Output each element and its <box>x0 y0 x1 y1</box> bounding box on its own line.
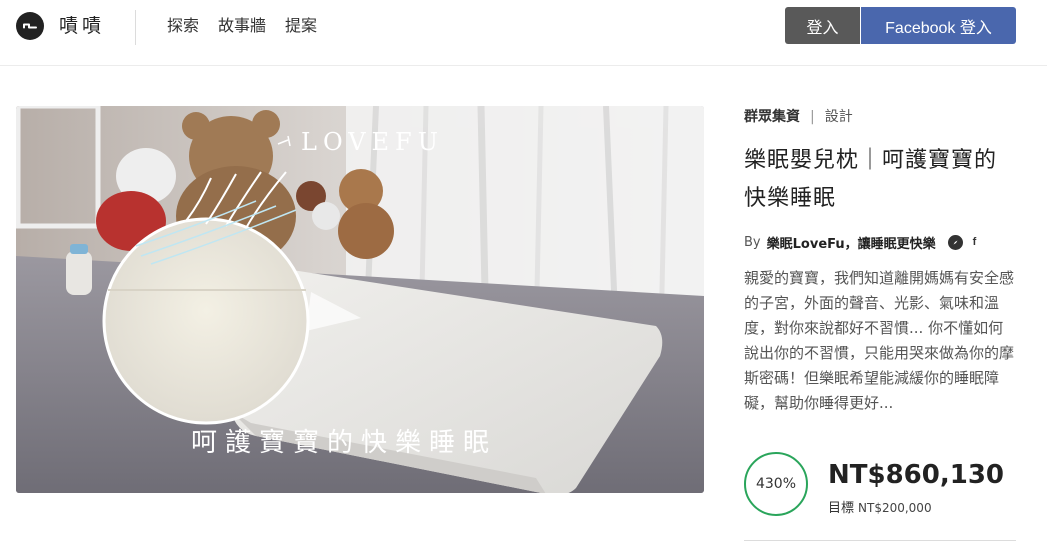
main-nav: 探索 故事牆 提案 <box>167 15 317 37</box>
funded-amount: NT$860,130 <box>828 460 1005 490</box>
nav-item-story-wall[interactable]: 故事牆 <box>218 15 266 37</box>
site-header: 嘖嘖 探索 故事牆 提案 登入 Facebook 登入 <box>0 0 1047 66</box>
subcategory-link[interactable]: 設計 <box>825 109 853 125</box>
funding-goal: 目標 NT$200,000 <box>828 499 932 518</box>
login-button[interactable]: 登入 <box>785 7 860 44</box>
brand-logo-icon[interactable] <box>16 12 44 40</box>
nav-item-explore[interactable]: 探索 <box>167 15 199 37</box>
facebook-icon[interactable]: f <box>973 236 977 248</box>
funding-progress-ring: 430% <box>744 452 808 516</box>
cover-logo-text: LOVEFU <box>301 128 444 156</box>
creator-link[interactable]: 樂眠LoveFu，讓睡眠更快樂 <box>767 233 936 252</box>
compass-icon[interactable] <box>947 234 963 250</box>
goal-amount: NT$200,000 <box>858 501 932 515</box>
project-description: 親愛的寶寶，我們知道離開媽媽有安全感的子宮，外面的聲音、光影、氣味和溫度，對你來… <box>744 269 1015 412</box>
brand-name[interactable]: 嘖嘖 <box>59 12 105 40</box>
nav-item-propose[interactable]: 提案 <box>285 15 317 37</box>
project-cover-image[interactable]: LOVEFU 呵護寶寶的快樂睡眠 <box>16 106 704 493</box>
by-label: By <box>744 234 761 250</box>
facebook-login-button[interactable]: Facebook 登入 <box>861 7 1016 44</box>
goal-label: 目標 <box>828 501 855 516</box>
project-title[interactable]: 樂眠嬰兒枕｜呵護寶寶的快樂睡眠 <box>744 142 1016 218</box>
category-link[interactable]: 群眾集資 <box>744 109 800 125</box>
project-meta: 群眾集資 | 設計 <box>744 106 1016 128</box>
header-divider <box>135 10 136 45</box>
cover-caption: 呵護寶寶的快樂睡眠 <box>191 428 497 458</box>
project-info: 群眾集資 | 設計 樂眠嬰兒枕｜呵護寶寶的快樂睡眠 By 樂眠LoveFu，讓睡眠更… <box>744 106 1016 416</box>
section-divider <box>744 540 1016 541</box>
meta-separator: | <box>810 109 815 125</box>
creator-byline: By 樂眠LoveFu，讓睡眠更快樂 f <box>744 232 1016 252</box>
